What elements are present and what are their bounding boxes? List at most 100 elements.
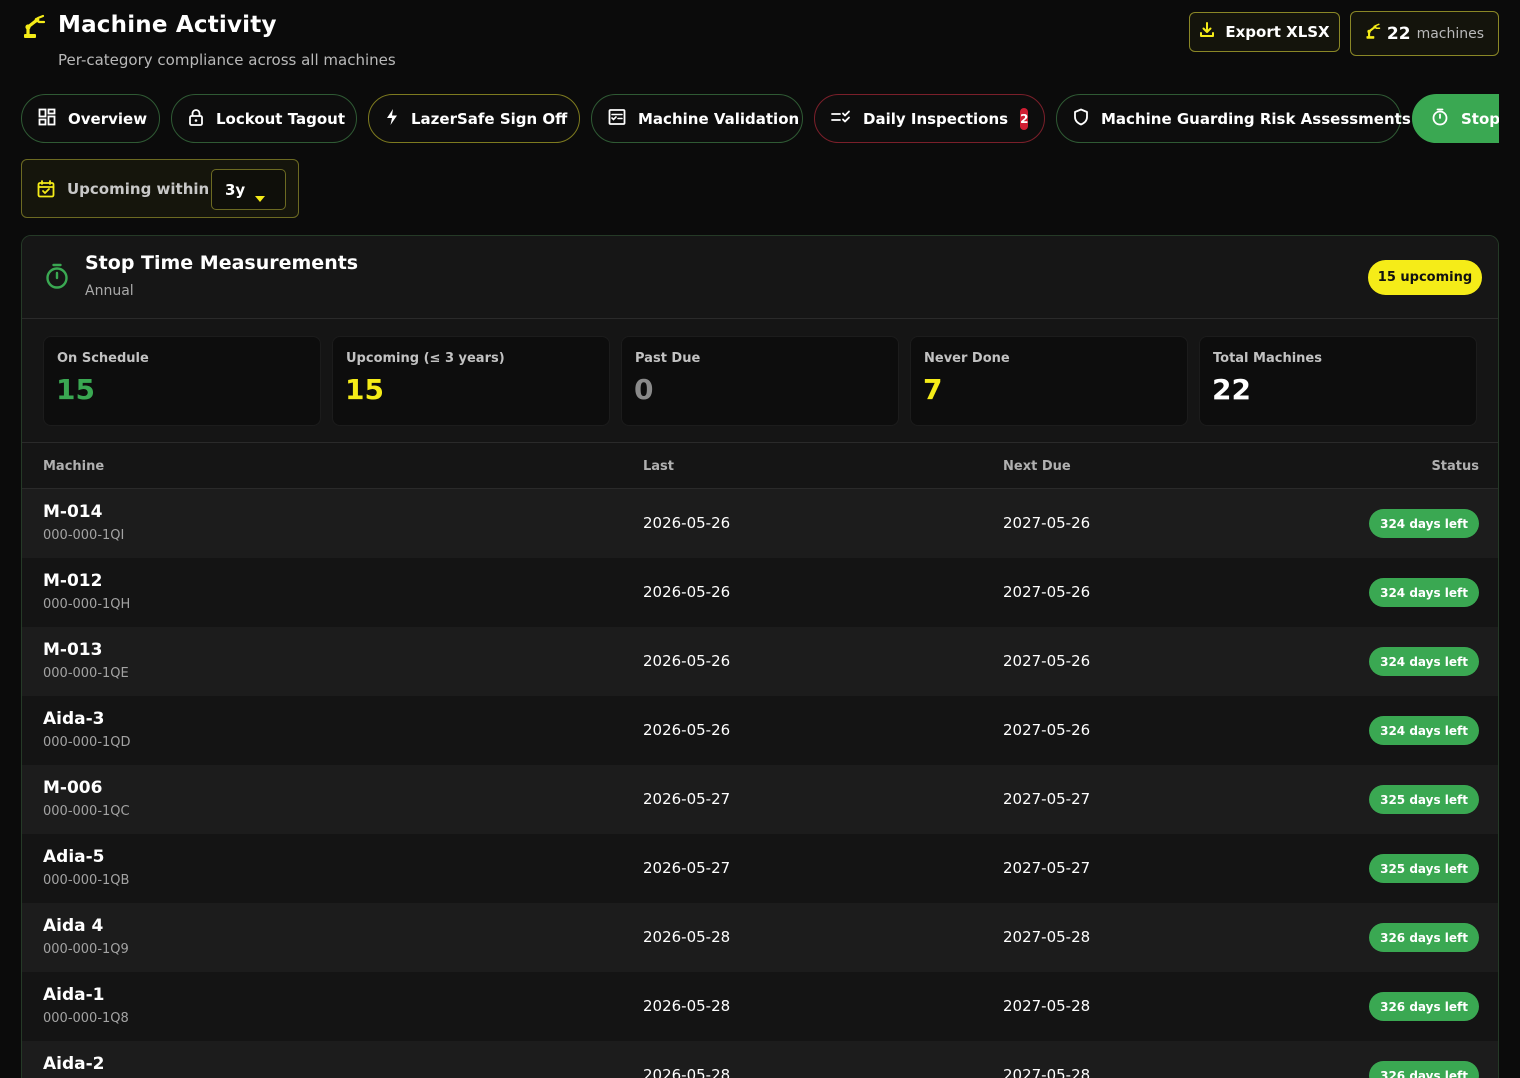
stat-label: On Schedule xyxy=(57,351,149,366)
machine-name: Aida-1 xyxy=(43,985,105,1005)
tab-lockout-tagout[interactable]: Lockout Tagout xyxy=(171,94,357,143)
stat-card-on-schedule: On Schedule 15 xyxy=(43,336,321,426)
stop-time-panel: Stop Time Measurements Annual 15 upcomin… xyxy=(21,235,1499,1078)
machine-count-badge: 22 machines xyxy=(1350,11,1499,56)
tab-machine-validation[interactable]: Machine Validation xyxy=(591,94,803,143)
upcoming-count-badge: 15 upcoming xyxy=(1368,260,1482,295)
machine-name: Aida-2 xyxy=(43,1054,105,1074)
timer-icon xyxy=(1431,108,1449,130)
stat-card-past-due: Past Due 0 xyxy=(621,336,899,426)
last-date: 2026-05-28 xyxy=(643,928,731,946)
column-header-machine[interactable]: Machine xyxy=(43,459,104,474)
panel-header: Stop Time Measurements Annual 15 upcomin… xyxy=(22,236,1498,319)
machine-name: M-012 xyxy=(43,571,103,591)
column-header-last[interactable]: Last xyxy=(643,459,674,474)
last-date: 2026-05-27 xyxy=(643,859,731,877)
robot-arm-icon xyxy=(22,14,46,40)
machine-id: 000-000-1QH xyxy=(43,597,131,612)
table-row[interactable]: Aida-2 2026-05-28 2027-05-28 326 days le… xyxy=(22,1041,1498,1078)
panel-subtitle: Annual xyxy=(85,283,134,299)
download-icon xyxy=(1199,22,1215,42)
table-row[interactable]: M-012 000-000-1QH 2026-05-26 2027-05-26 … xyxy=(22,558,1498,627)
stat-label: Never Done xyxy=(924,351,1010,366)
stat-label: Total Machines xyxy=(1213,351,1322,366)
machine-name: M-006 xyxy=(43,778,103,798)
upcoming-window-value: 3y xyxy=(225,181,246,199)
machine-count-unit: machines xyxy=(1416,25,1485,42)
lock-icon xyxy=(188,108,204,130)
export-label: Export XLSX xyxy=(1225,23,1330,41)
last-date: 2026-05-28 xyxy=(643,1066,731,1078)
table-row[interactable]: Adia-5 000-000-1QB 2026-05-27 2027-05-27… xyxy=(22,834,1498,903)
last-date: 2026-05-27 xyxy=(643,790,731,808)
category-tabs: Overview Lockout Tagout LazerSafe Sign O… xyxy=(21,94,1499,144)
column-header-next-due[interactable]: Next Due xyxy=(1003,459,1071,474)
export-xlsx-button[interactable]: Export XLSX xyxy=(1189,12,1340,52)
next-due-date: 2027-05-28 xyxy=(1003,928,1091,946)
tab-label: Stop xyxy=(1461,109,1499,128)
machine-id: 000-000-1Q8 xyxy=(43,1011,129,1026)
tab-lazersafe-sign-off[interactable]: LazerSafe Sign Off xyxy=(368,94,580,143)
next-due-date: 2027-05-26 xyxy=(1003,514,1091,532)
stat-value: 15 xyxy=(345,373,384,406)
table-row[interactable]: M-014 000-000-1QI 2026-05-26 2027-05-26 … xyxy=(22,489,1498,558)
stats-row: On Schedule 15 Upcoming (≤ 3 years) 15 P… xyxy=(22,319,1498,443)
status-badge: 326 days left xyxy=(1369,923,1479,952)
stat-value: 15 xyxy=(56,373,95,406)
table-body: M-014 000-000-1QI 2026-05-26 2027-05-26 … xyxy=(22,489,1498,1078)
table-row[interactable]: M-006 000-000-1QC 2026-05-27 2027-05-27 … xyxy=(22,765,1498,834)
machine-count: 22 xyxy=(1386,23,1411,44)
tab-machine-guarding-risk-assessments[interactable]: Machine Guarding Risk Assessments xyxy=(1056,94,1411,143)
tab-label: LazerSafe Sign Off xyxy=(411,109,568,128)
tab-daily-inspections[interactable]: Daily Inspections 2 xyxy=(814,94,1045,143)
status-badge: 324 days left xyxy=(1369,647,1479,676)
table-row[interactable]: M-013 000-000-1QE 2026-05-26 2027-05-26 … xyxy=(22,627,1498,696)
page-subtitle: Per-category compliance across all machi… xyxy=(58,51,396,69)
stat-value: 0 xyxy=(634,373,654,406)
next-due-date: 2027-05-28 xyxy=(1003,1066,1091,1078)
table-row[interactable]: Aida-3 000-000-1QD 2026-05-26 2027-05-26… xyxy=(22,696,1498,765)
next-due-date: 2027-05-27 xyxy=(1003,859,1091,877)
stat-card-total-machines: Total Machines 22 xyxy=(1199,336,1477,426)
next-due-date: 2027-05-28 xyxy=(1003,997,1091,1015)
last-date: 2026-05-26 xyxy=(643,514,731,532)
machine-id: 000-000-1QD xyxy=(43,735,131,750)
calendar-check-icon xyxy=(37,180,55,202)
shield-icon xyxy=(1073,108,1089,130)
last-date: 2026-05-26 xyxy=(643,721,731,739)
machine-name: Aida-3 xyxy=(43,709,105,729)
panel-title: Stop Time Measurements xyxy=(85,252,359,274)
table-row[interactable]: Aida-1 000-000-1Q8 2026-05-28 2027-05-28… xyxy=(22,972,1498,1041)
tab-label: Machine Guarding Risk Assessments xyxy=(1101,109,1411,128)
status-badge: 324 days left xyxy=(1369,578,1479,607)
page-title: Machine Activity xyxy=(58,12,277,38)
next-due-date: 2027-05-26 xyxy=(1003,652,1091,670)
stat-card-never-done: Never Done 7 xyxy=(910,336,1188,426)
status-badge: 325 days left xyxy=(1369,854,1479,883)
tab-label: Machine Validation xyxy=(638,109,800,128)
upcoming-filter: Upcoming within 3y xyxy=(21,159,299,218)
upcoming-window-select[interactable]: 3y xyxy=(211,169,286,210)
tab-label: Daily Inspections xyxy=(863,109,1009,128)
upcoming-filter-label: Upcoming within xyxy=(67,180,210,198)
tab-overview[interactable]: Overview xyxy=(21,94,160,143)
robot-arm-icon xyxy=(1365,23,1381,44)
status-badge: 326 days left xyxy=(1369,992,1479,1021)
stat-value: 7 xyxy=(923,373,943,406)
tab-stop-time[interactable]: Stop xyxy=(1412,94,1499,143)
last-date: 2026-05-26 xyxy=(643,583,731,601)
machine-id: 000-000-1Q9 xyxy=(43,942,129,957)
status-badge: 326 days left xyxy=(1369,1061,1479,1078)
machine-name: M-014 xyxy=(43,502,103,522)
column-header-status[interactable]: Status xyxy=(1431,459,1479,474)
stat-value: 22 xyxy=(1212,373,1251,406)
status-badge: 324 days left xyxy=(1369,716,1479,745)
checklist-icon xyxy=(608,108,626,130)
table-row[interactable]: Aida 4 000-000-1Q9 2026-05-28 2027-05-28… xyxy=(22,903,1498,972)
last-date: 2026-05-26 xyxy=(643,652,731,670)
stat-card-upcoming: Upcoming (≤ 3 years) 15 xyxy=(332,336,610,426)
stat-label: Past Due xyxy=(635,351,701,366)
grid-icon xyxy=(38,108,56,130)
bolt-icon xyxy=(385,108,399,130)
machine-id: 000-000-1QI xyxy=(43,528,125,543)
